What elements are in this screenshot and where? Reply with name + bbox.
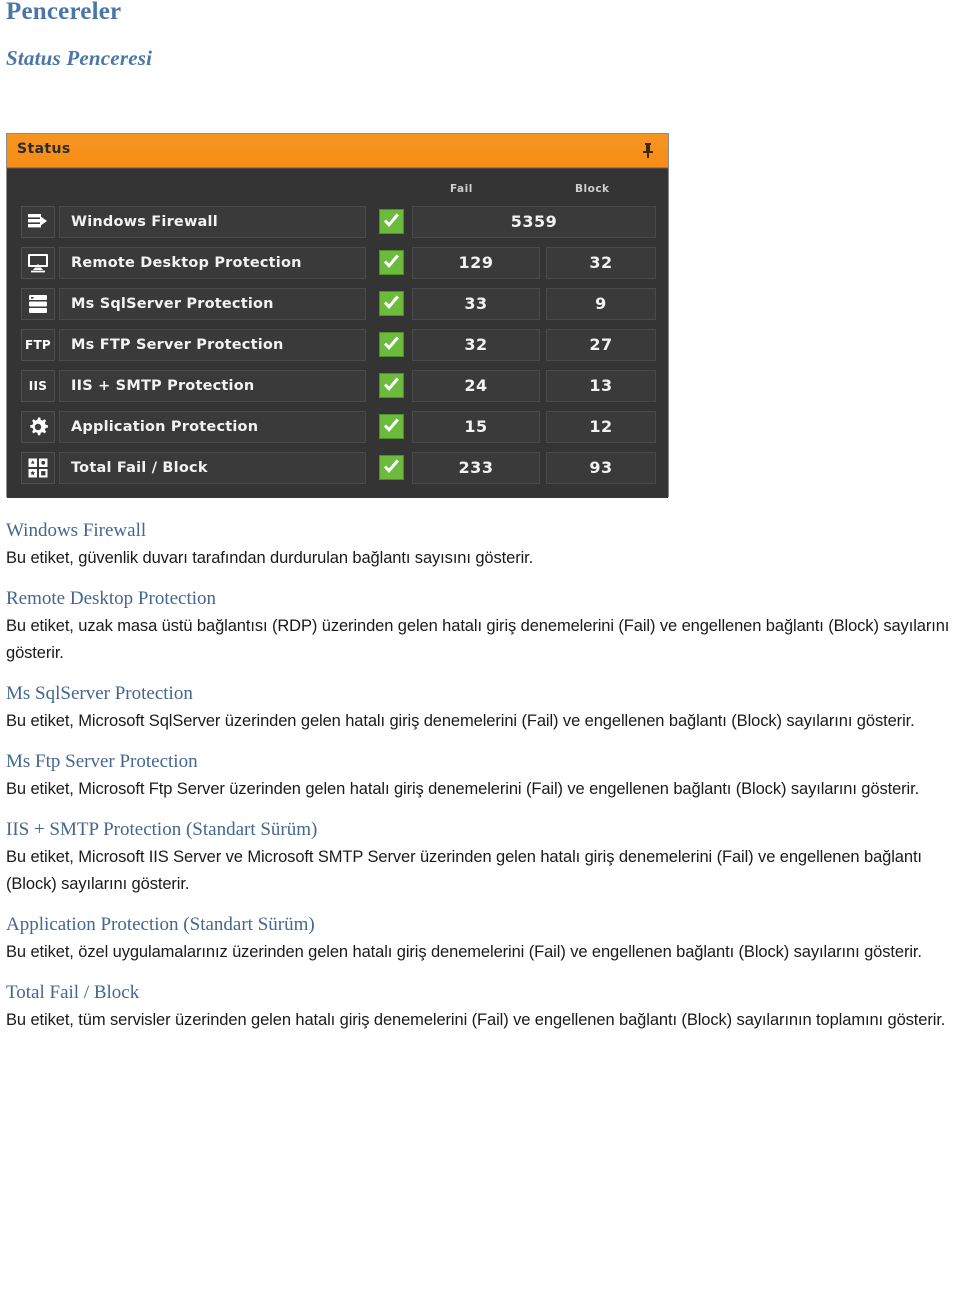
status-row[interactable]: Remote Desktop Protection 129 32 bbox=[7, 243, 668, 284]
section-body: Bu etiket, tüm servisler üzerinden gelen… bbox=[6, 1011, 946, 1029]
section-body: Bu etiket, güvenlik duvarı tarafından du… bbox=[6, 549, 534, 567]
section-ms-ftp-server-protection: Ms Ftp Server Protection Bu etiket, Micr… bbox=[6, 749, 954, 803]
description-sections: Windows Firewall Bu etiket, güvenlik duv… bbox=[6, 518, 954, 1048]
iis-icon: IIS bbox=[21, 370, 55, 402]
pin-icon[interactable] bbox=[640, 142, 656, 159]
section-windows-firewall: Windows Firewall Bu etiket, güvenlik duv… bbox=[6, 518, 954, 572]
section-heading: Application Protection (Standart Sürüm) bbox=[6, 914, 315, 935]
status-row-fail-value: 233 bbox=[412, 452, 540, 484]
status-row-label: Ms FTP Server Protection bbox=[59, 329, 366, 361]
ftp-icon-label: FTP bbox=[24, 338, 52, 352]
status-row-block-value: 13 bbox=[546, 370, 656, 402]
ftp-icon: FTP bbox=[21, 329, 55, 361]
section-ms-sqlserver-protection: Ms SqlServer Protection Bu etiket, Micro… bbox=[6, 681, 954, 735]
section-heading: Ms SqlServer Protection bbox=[6, 683, 193, 704]
status-checkbox[interactable] bbox=[379, 291, 404, 316]
monitor-icon bbox=[21, 247, 55, 279]
status-row[interactable]: Windows Firewall 5359 bbox=[7, 202, 668, 243]
column-header-block: Block bbox=[575, 183, 610, 195]
status-row-label: Total Fail / Block bbox=[59, 452, 366, 484]
status-row-block-value: 32 bbox=[546, 247, 656, 279]
status-checkbox[interactable] bbox=[379, 332, 404, 357]
section-remote-desktop-protection: Remote Desktop Protection Bu etiket, uza… bbox=[6, 586, 954, 667]
status-window: Status Fail Block Windows Firewall 5359 … bbox=[6, 133, 669, 498]
status-row[interactable]: Ms SqlServer Protection 33 9 bbox=[7, 284, 668, 325]
grid-icon bbox=[21, 452, 55, 484]
status-row-block-value: 27 bbox=[546, 329, 656, 361]
section-total-fail-block: Total Fail / Block Bu etiket, tüm servis… bbox=[6, 980, 954, 1034]
section-iis-smtp-protection: IIS + SMTP Protection (Standart Sürüm) B… bbox=[6, 817, 954, 898]
status-window-title: Status bbox=[17, 141, 71, 157]
section-heading: IIS + SMTP Protection (Standart Sürüm) bbox=[6, 819, 318, 840]
section-body: Bu etiket, Microsoft IIS Server ve Micro… bbox=[6, 848, 922, 893]
status-window-body: Fail Block Windows Firewall 5359 Remote … bbox=[7, 168, 668, 498]
status-row-label: Windows Firewall bbox=[59, 206, 366, 238]
status-row-block-value: 93 bbox=[546, 452, 656, 484]
firewall-icon bbox=[21, 206, 55, 238]
status-row-fail-value: 32 bbox=[412, 329, 540, 361]
section-body: Bu etiket, Microsoft Ftp Server üzerinde… bbox=[6, 780, 920, 798]
status-checkbox[interactable] bbox=[379, 250, 404, 275]
section-heading: Ms Ftp Server Protection bbox=[6, 751, 198, 772]
status-checkbox[interactable] bbox=[379, 209, 404, 234]
status-row-fail-value: 33 bbox=[412, 288, 540, 320]
status-row[interactable]: Total Fail / Block 233 93 bbox=[7, 448, 668, 489]
database-icon bbox=[21, 288, 55, 320]
column-header-fail: Fail bbox=[450, 183, 473, 195]
status-row-label: IIS + SMTP Protection bbox=[59, 370, 366, 402]
status-row-label: Remote Desktop Protection bbox=[59, 247, 366, 279]
section-heading: Remote Desktop Protection bbox=[6, 588, 217, 609]
status-checkbox[interactable] bbox=[379, 455, 404, 480]
status-rows: Windows Firewall 5359 Remote Desktop Pro… bbox=[7, 202, 668, 489]
status-row-fail-value: 129 bbox=[412, 247, 540, 279]
status-row[interactable]: Application Protection 15 12 bbox=[7, 407, 668, 448]
section-body: Bu etiket, uzak masa üstü bağlantısı (RD… bbox=[6, 617, 950, 662]
status-row-label: Application Protection bbox=[59, 411, 366, 443]
status-row-block-value: 12 bbox=[546, 411, 656, 443]
status-row-fail-value: 15 bbox=[412, 411, 540, 443]
section-body: Bu etiket, Microsoft SqlServer üzerinden… bbox=[6, 712, 915, 730]
status-row-fail-value: 5359 bbox=[412, 206, 656, 238]
gear-icon bbox=[21, 411, 55, 443]
status-row-label: Ms SqlServer Protection bbox=[59, 288, 366, 320]
status-checkbox[interactable] bbox=[379, 373, 404, 398]
iis-icon-label: IIS bbox=[28, 379, 48, 393]
status-row-fail-value: 24 bbox=[412, 370, 540, 402]
status-row[interactable]: IIS IIS + SMTP Protection 24 13 bbox=[7, 366, 668, 407]
section-body: Bu etiket, özel uygulamalarınız üzerinde… bbox=[6, 943, 922, 961]
status-column-headers: Fail Block bbox=[7, 183, 668, 199]
section-application-protection: Application Protection (Standart Sürüm) … bbox=[6, 912, 954, 966]
page-subtitle: Status Penceresi bbox=[6, 46, 153, 70]
status-row[interactable]: FTP Ms FTP Server Protection 32 27 bbox=[7, 325, 668, 366]
section-heading: Total Fail / Block bbox=[6, 982, 140, 1003]
status-checkbox[interactable] bbox=[379, 414, 404, 439]
status-row-block-value: 9 bbox=[546, 288, 656, 320]
section-heading: Windows Firewall bbox=[6, 520, 147, 541]
status-window-titlebar: Status bbox=[7, 134, 668, 168]
page-title: Pencereler bbox=[6, 0, 122, 25]
